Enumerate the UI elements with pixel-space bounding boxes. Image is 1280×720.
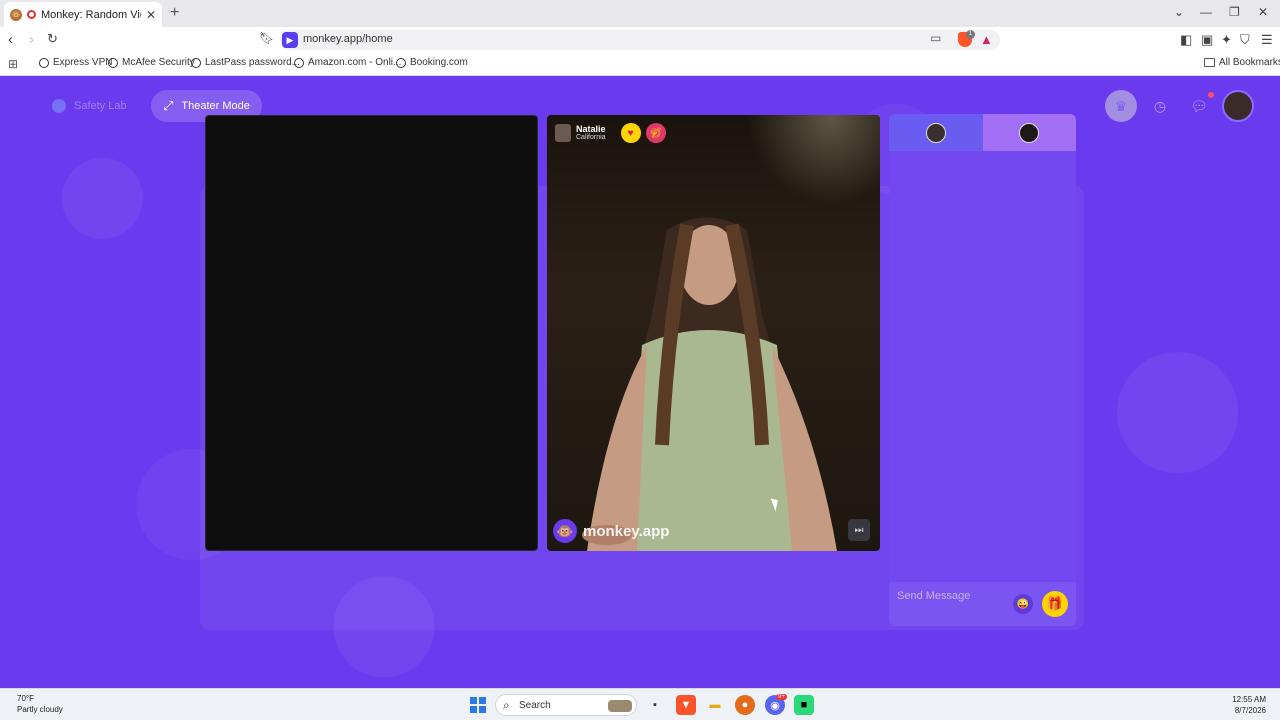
monkey-favicon-icon: 🐵 bbox=[10, 8, 22, 21]
system-clock[interactable]: 12:55 AM 8/7/2026 bbox=[1232, 694, 1266, 716]
skip-button[interactable]: ⏭ bbox=[848, 519, 870, 541]
safety-lab-button[interactable]: Safety Lab bbox=[40, 90, 139, 122]
watermark-text: monkey.app bbox=[583, 522, 670, 540]
safety-lab-icon bbox=[52, 99, 66, 113]
globe-icon bbox=[108, 57, 118, 68]
tab-other-chat[interactable] bbox=[982, 114, 1076, 151]
sidebar-icon[interactable]: ◧ bbox=[1180, 32, 1192, 48]
forward-icon[interactable]: › bbox=[29, 31, 34, 48]
peer-info: Natalie California ♥ 🐒︎ bbox=[555, 123, 666, 143]
leo-ai-icon[interactable]: ✦ bbox=[1221, 32, 1232, 48]
firefox-icon[interactable]: ● bbox=[735, 695, 755, 715]
gift-icon[interactable]: 🎁 bbox=[1042, 591, 1068, 617]
avatar[interactable] bbox=[1222, 90, 1254, 122]
message-input[interactable]: Send Message bbox=[897, 590, 970, 602]
search-label: Search bbox=[519, 700, 551, 711]
recording-indicator-icon bbox=[27, 10, 36, 19]
message-input-area: Send Message 😜 🎁 bbox=[889, 582, 1076, 626]
avatar bbox=[1019, 122, 1040, 143]
bookmark-lastpass[interactable]: LastPass password... bbox=[191, 57, 300, 68]
chat-panel: Send Message 😜 🎁 bbox=[889, 114, 1076, 626]
history-icon[interactable]: ◷ bbox=[1144, 90, 1176, 122]
peer-video: Natalie California ♥ 🐒︎ 🐵 monkey.app ⏭ bbox=[547, 115, 880, 551]
bookmark-page-icon[interactable]: 🔖︎ bbox=[259, 31, 274, 45]
tab-title: Monkey: Random Video Chat bbox=[41, 8, 141, 21]
bookmark-express-vpn[interactable]: Express VPN bbox=[39, 57, 112, 68]
cast-icon[interactable]: ▭ bbox=[930, 31, 941, 45]
chat-tabs bbox=[889, 114, 1076, 151]
weather-condition: Partly cloudy bbox=[17, 705, 63, 714]
close-tab-icon[interactable]: ✕ bbox=[146, 8, 156, 22]
app-icon[interactable]: ■ bbox=[794, 695, 814, 715]
bookmark-label: Express VPN bbox=[53, 57, 113, 68]
peer-meta: Natalie California bbox=[576, 124, 606, 142]
bookmark-booking[interactable]: Booking.com bbox=[396, 57, 468, 68]
restore-icon[interactable]: ❐ bbox=[1229, 5, 1240, 19]
minimize-icon[interactable]: — bbox=[1200, 5, 1212, 19]
bookmark-mcafee[interactable]: McAfee Security bbox=[108, 57, 195, 68]
wallet-icon[interactable]: ▣ bbox=[1201, 32, 1213, 48]
weather-widget[interactable]: 70°F Partly cloudy bbox=[17, 693, 63, 715]
temperature: 70°F bbox=[17, 694, 34, 703]
reload-icon[interactable]: ↻ bbox=[47, 31, 58, 47]
bookmark-label: McAfee Security bbox=[122, 57, 195, 68]
globe-icon bbox=[294, 57, 304, 68]
peer-person-image bbox=[582, 217, 837, 551]
all-bookmarks[interactable]: All Bookmarks bbox=[1204, 57, 1280, 68]
messages-badge bbox=[1208, 92, 1214, 98]
task-view-icon[interactable]: ▪ bbox=[645, 695, 665, 715]
brave-shields-count: 1 bbox=[966, 30, 975, 39]
bookmark-amazon[interactable]: Amazon.com - Onli... bbox=[294, 57, 401, 68]
self-video bbox=[205, 115, 538, 551]
start-button[interactable] bbox=[470, 697, 486, 713]
globe-icon bbox=[396, 57, 406, 68]
folder-icon bbox=[1204, 58, 1215, 67]
browser-tab[interactable]: 🐵 Monkey: Random Video Chat ✕ bbox=[4, 2, 162, 27]
search-icon: ⌕ bbox=[503, 698, 510, 712]
monkey-logo-icon: 🐵 bbox=[553, 519, 577, 543]
browser-toolbar: ‹ › ↻ 🔖︎ ▶ monkey.app/home ▭ 1 ▲ ◧ ▣ ✦ ⛉… bbox=[0, 27, 1280, 53]
all-bookmarks-label: All Bookmarks bbox=[1219, 57, 1280, 68]
brave-rewards-icon[interactable]: ▲ bbox=[980, 32, 993, 47]
bookmark-label: LastPass password... bbox=[205, 57, 301, 68]
crown-icon[interactable]: ♛ bbox=[1105, 90, 1137, 122]
expand-icon: ⤢ bbox=[163, 98, 174, 113]
discord-badge: 9+ bbox=[776, 694, 787, 700]
taskbar-search[interactable]: ⌕ Search bbox=[495, 694, 637, 716]
date: 8/7/2026 bbox=[1234, 706, 1266, 715]
browser-tab-bar: 🐵 Monkey: Random Video Chat ✕ + ⌄ — ❐ ✕ bbox=[0, 0, 1280, 27]
new-tab-icon[interactable]: + bbox=[170, 4, 179, 22]
globe-icon bbox=[39, 57, 49, 68]
gift-badge-icon[interactable]: 🐒︎ bbox=[645, 123, 666, 143]
bookmark-label: Booking.com bbox=[410, 57, 468, 68]
peer-avatar[interactable] bbox=[555, 124, 571, 142]
vpn-icon[interactable]: ⛉ bbox=[1240, 32, 1250, 48]
bookmark-label: Amazon.com - Onli... bbox=[308, 57, 402, 68]
safety-lab-label: Safety Lab bbox=[74, 100, 127, 112]
peer-name: Natalie bbox=[576, 124, 606, 134]
windows-taskbar: 70°F Partly cloudy ⌕ Search ▪ ▼ ▬ ● ◉ 9+… bbox=[0, 688, 1280, 720]
avatar bbox=[925, 122, 946, 143]
globe-icon bbox=[191, 57, 201, 68]
heart-icon[interactable]: ♥ bbox=[620, 123, 641, 143]
monkey-watermark: 🐵 monkey.app bbox=[553, 519, 669, 543]
url-text: monkey.app/home bbox=[303, 33, 393, 45]
search-highlight-image bbox=[608, 700, 632, 712]
site-info-icon[interactable]: ▶ bbox=[282, 32, 298, 48]
emoji-icon[interactable]: 😜 bbox=[1013, 594, 1033, 614]
time: 12:55 AM bbox=[1232, 695, 1266, 704]
menu-icon[interactable]: ☰ bbox=[1261, 32, 1273, 48]
tab-search-icon[interactable]: ⌄ bbox=[1174, 5, 1184, 19]
tab-peer-chat[interactable] bbox=[889, 114, 983, 151]
apps-icon[interactable]: ⊞ bbox=[8, 57, 18, 71]
file-explorer-icon[interactable]: ▬ bbox=[705, 695, 725, 715]
brave-browser-icon[interactable]: ▼ bbox=[676, 695, 696, 715]
close-window-icon[interactable]: ✕ bbox=[1258, 5, 1268, 19]
peer-location: California bbox=[576, 134, 606, 141]
back-icon[interactable]: ‹ bbox=[8, 31, 13, 48]
address-bar[interactable]: ▶ monkey.app/home ▭ 1 ▲ bbox=[280, 30, 1000, 50]
theater-mode-label: Theater Mode bbox=[181, 100, 250, 112]
bookmarks-bar: ⊞ Express VPN McAfee Security LastPass p… bbox=[0, 53, 1280, 76]
